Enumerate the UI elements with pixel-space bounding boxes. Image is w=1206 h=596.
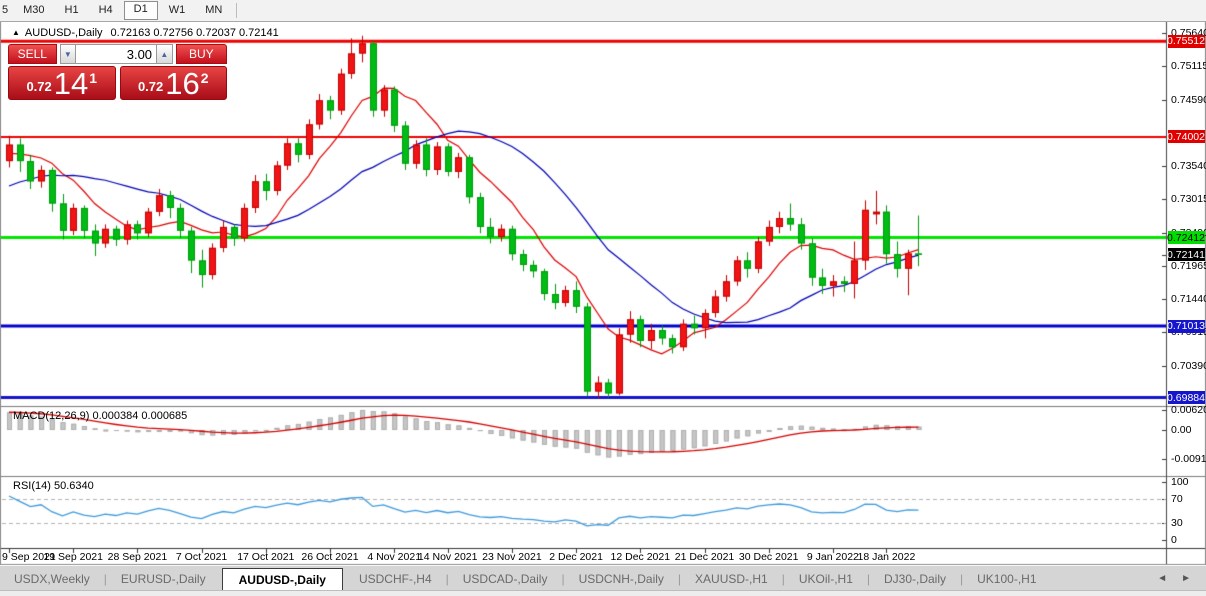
rsi-scale-label: 70	[1171, 493, 1183, 505]
symbol-tab-eurusd-daily[interactable]: EURUSD-,Daily	[107, 568, 220, 591]
date-tick-label: 30 Dec 2021	[739, 551, 799, 563]
date-tick-label: 19 Sep 2021	[43, 551, 103, 563]
chart-symbol-title: AUDUSD-,Daily	[25, 27, 103, 39]
date-tick-label: 14 Nov 2021	[418, 551, 478, 563]
chart-ohlc-values: 0.72163 0.72756 0.72037 0.72141	[111, 27, 279, 39]
sell-button[interactable]: SELL	[8, 44, 57, 64]
date-tick-label: 26 Oct 2021	[301, 551, 358, 563]
macd-scale-label: 0.006201	[1171, 404, 1206, 416]
one-click-trade-panel: SELL ▼ ▲ BUY 0.72141 0.72162	[8, 44, 227, 100]
price-tick-label: 0.71965	[1171, 260, 1206, 272]
timeframe-bar: 5M30H1H4D1W1MN	[0, 0, 1206, 22]
macd-indicator-label: MACD(12,26,9) 0.000384 0.000685	[13, 410, 187, 422]
trading-platform-window: 5M30H1H4D1W1MN ▲ AUDUSD-,Daily 0.72163 0.7…	[0, 0, 1206, 596]
symbol-tab-bar: USDX,Weekly|EURUSD-,DailyAUDUSD-,DailyUS…	[0, 565, 1206, 591]
price-tick-label: 0.75115	[1171, 60, 1206, 72]
timeframe-button-w1[interactable]: W1	[160, 2, 195, 19]
price-tick-label: 0.70390	[1171, 360, 1206, 372]
collapse-triangle-icon[interactable]: ▲	[12, 28, 20, 37]
buy-price-pip: 2	[201, 70, 209, 86]
symbol-tab-usdcad-daily[interactable]: USDCAD-,Daily	[449, 568, 562, 591]
date-tick-label: 28 Sep 2021	[108, 551, 168, 563]
rsi-scale-label: 0	[1171, 534, 1177, 546]
rsi-indicator-label: RSI(14) 50.6340	[13, 480, 94, 492]
price-level-badge: 0.75512	[1168, 35, 1205, 48]
sell-price-prefix: 0.72	[26, 79, 51, 94]
price-level-badge: 0.71013	[1168, 320, 1205, 333]
rsi-scale-label: 30	[1171, 517, 1183, 529]
rsi-scale-label: 100	[1171, 476, 1189, 488]
volume-input[interactable]	[76, 44, 156, 64]
symbol-tab-uk100-h1[interactable]: UK100-,H1	[963, 568, 1050, 591]
symbol-tab-usdchf-h4[interactable]: USDCHF-,H4	[345, 568, 446, 591]
sell-price-main: 14	[54, 71, 88, 97]
price-tick-label: 0.74590	[1171, 94, 1206, 106]
tab-scroll-controls: ◄►	[1150, 566, 1206, 591]
buy-button[interactable]: BUY	[176, 44, 227, 64]
symbol-tab-audusd-daily[interactable]: AUDUSD-,Daily	[222, 568, 343, 591]
symbol-tab-ukoil-h1[interactable]: UKOil-,H1	[785, 568, 867, 591]
price-tick-label: 0.73015	[1171, 193, 1206, 205]
timeframe-button-m30[interactable]: M30	[14, 2, 53, 19]
buy-price-box[interactable]: 0.72162	[120, 66, 228, 100]
date-tick-label: 7 Oct 2021	[176, 551, 227, 563]
macd-scale-label: 0.00	[1171, 424, 1191, 436]
date-tick-label: 12 Dec 2021	[611, 551, 671, 563]
status-strip	[0, 590, 1206, 596]
timeframe-button-d1[interactable]: D1	[124, 1, 158, 20]
toolbar-separator	[236, 3, 237, 18]
price-level-badge: 0.74002	[1168, 130, 1205, 143]
sell-price-box[interactable]: 0.72141	[8, 66, 116, 100]
timeframe-button-h4[interactable]: H4	[90, 2, 122, 19]
symbol-tab-usdx-weekly[interactable]: USDX,Weekly	[0, 568, 104, 591]
timeframe-button-h1[interactable]: H1	[56, 2, 88, 19]
tab-scroll-left-button[interactable]: ◄	[1150, 573, 1174, 584]
date-tick-label: 9 Jan 2022	[807, 551, 859, 563]
date-tick-label: 2 Dec 2021	[549, 551, 603, 563]
symbol-tab-usdcnh-daily[interactable]: USDCNH-,Daily	[565, 568, 678, 591]
date-tick-label: 18 Jan 2022	[857, 551, 915, 563]
date-tick-label: 23 Nov 2021	[482, 551, 542, 563]
price-tick-label: 0.73540	[1171, 160, 1206, 172]
price-tick-label: 0.71440	[1171, 293, 1206, 305]
price-level-badge: 0.69884	[1168, 391, 1205, 404]
timeframe-button-mn[interactable]: MN	[196, 2, 231, 19]
buy-price-main: 16	[165, 71, 199, 97]
buy-price-prefix: 0.72	[138, 79, 163, 94]
chart-header: ▲ AUDUSD-,Daily 0.72163 0.72756 0.72037 0.…	[12, 27, 279, 39]
volume-increase-button[interactable]: ▲	[156, 44, 173, 64]
date-tick-label: 17 Oct 2021	[237, 551, 294, 563]
volume-decrease-button[interactable]: ▼	[60, 44, 77, 64]
symbol-tab-dj30-daily[interactable]: DJ30-,Daily	[870, 568, 960, 591]
price-level-badge: 0.72412	[1168, 231, 1205, 244]
price-level-badge: 0.72141	[1168, 248, 1205, 261]
macd-scale-label: -0.00919	[1171, 453, 1206, 465]
date-tick-label: 21 Dec 2021	[675, 551, 735, 563]
symbol-tab-xauusd-h1[interactable]: XAUUSD-,H1	[681, 568, 782, 591]
tab-scroll-right-button[interactable]: ►	[1174, 573, 1198, 584]
date-tick-label: 4 Nov 2021	[367, 551, 421, 563]
timeframe-button-5[interactable]: 5	[1, 2, 12, 19]
sell-price-pip: 1	[89, 70, 97, 86]
